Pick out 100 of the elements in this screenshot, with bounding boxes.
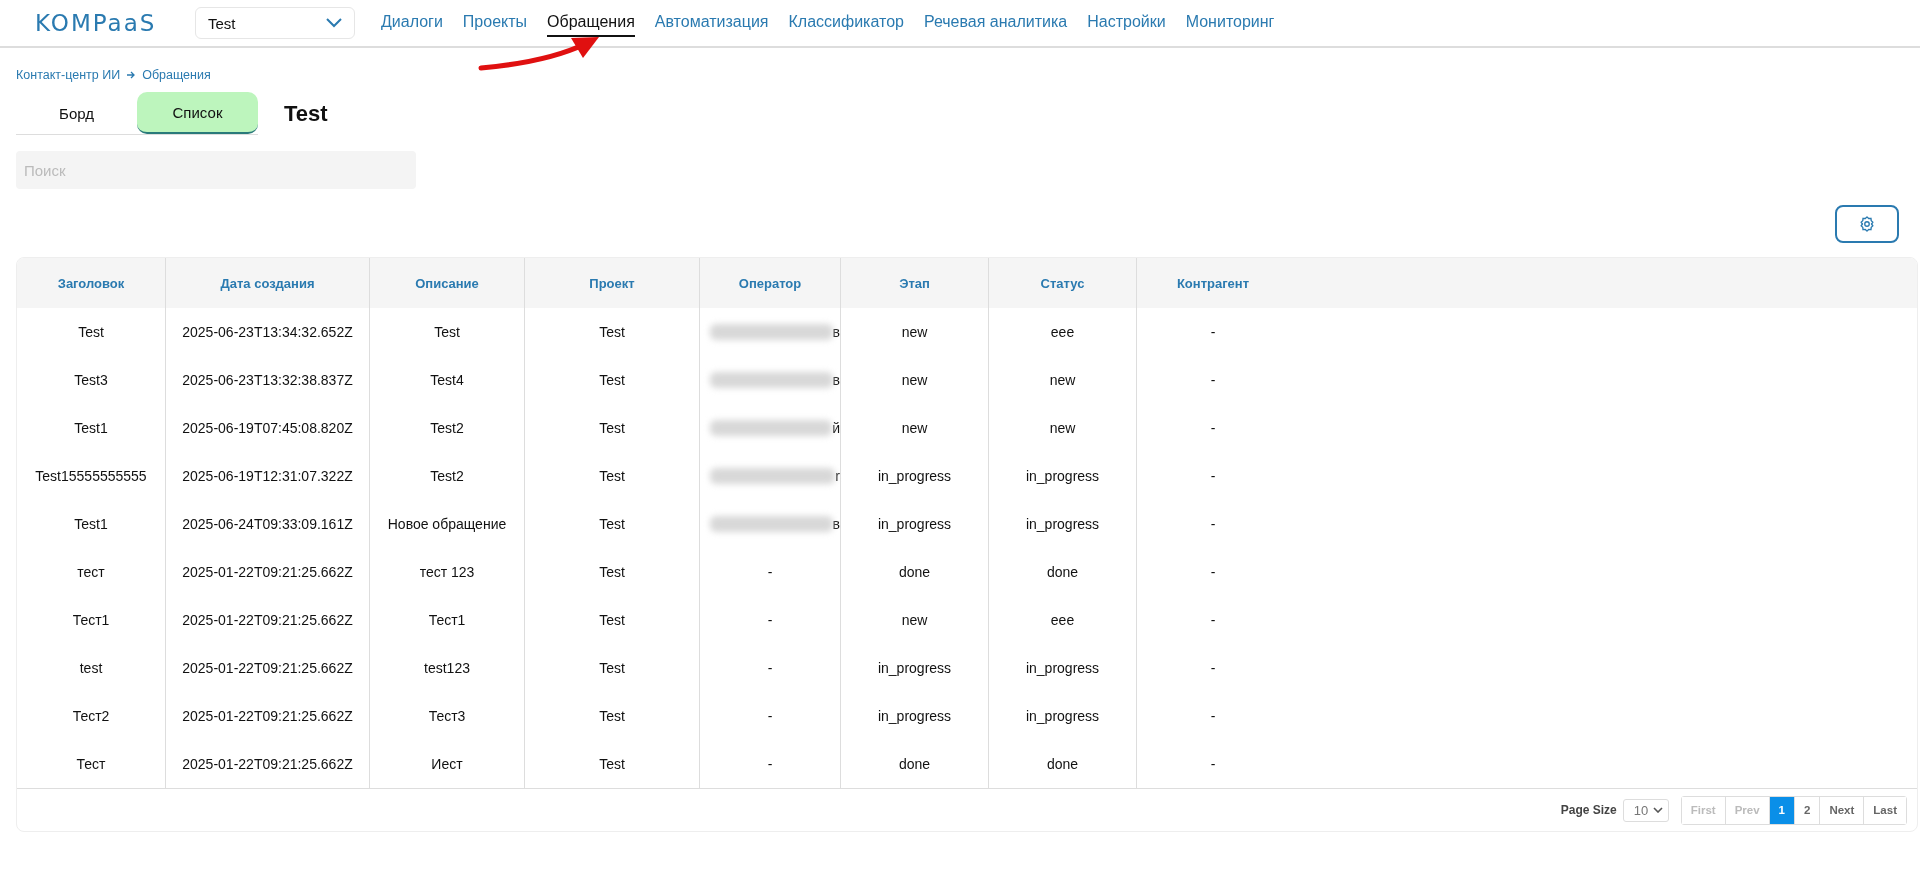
table-cell: new <box>1049 420 1076 436</box>
table-cell: Test <box>78 324 104 340</box>
page-size-label: Page Size <box>1560 803 1617 817</box>
table-cell: - <box>767 708 773 724</box>
column-header[interactable]: Проект <box>524 258 700 308</box>
table-cell: Test2 <box>430 468 464 484</box>
nav-link[interactable]: Проекты <box>462 9 528 37</box>
table-cell: 2025-01-22T09:21:25.662Z <box>182 708 353 724</box>
table-cell: 2025-06-19T12:31:07.322Z <box>182 468 353 484</box>
search-field[interactable]: Поиск <box>16 151 416 189</box>
table-cell: Test <box>599 660 625 676</box>
table-cell: Test2 <box>430 420 464 436</box>
table-cell: - <box>767 564 773 580</box>
table-cell: - <box>1210 420 1216 436</box>
table-cell: 2025-01-22T09:21:25.662Z <box>182 612 353 628</box>
table-cell: done <box>898 564 931 580</box>
table-cell: in_progress <box>877 516 952 532</box>
table-cell: тест 123 <box>419 564 475 580</box>
table-cell: in_progress <box>877 708 952 724</box>
table-cell: - <box>1210 756 1216 772</box>
table-cell: Test <box>599 564 625 580</box>
table-cell: Test <box>599 516 625 532</box>
table-cell: - <box>767 756 773 772</box>
table-cell: new <box>901 372 928 388</box>
table-cell: - <box>1210 516 1216 532</box>
table-cell: 2025-01-22T09:21:25.662Z <box>182 756 353 772</box>
table-cell: eee <box>1050 612 1075 628</box>
table-cell: done <box>1046 756 1079 772</box>
table-cell: r <box>835 468 840 484</box>
page-size-select[interactable]: 10 <box>1622 798 1669 822</box>
table-cell: Новое обращение <box>387 516 507 532</box>
table-cell: Test <box>599 612 625 628</box>
column-header[interactable]: Оператор <box>699 258 841 308</box>
table-cell: в <box>832 372 840 388</box>
table-cell: 2025-01-22T09:21:25.662Z <box>182 660 353 676</box>
column-header[interactable]: Описание <box>369 258 525 308</box>
nav-link[interactable]: Речевая аналитика <box>923 9 1068 37</box>
table-cell: Test1 <box>74 516 108 532</box>
table-cell: in_progress <box>877 468 952 484</box>
table-cell: 2025-06-23T13:32:38.837Z <box>182 372 353 388</box>
breadcrumb-link[interactable]: Обращения <box>142 68 211 82</box>
table-cell: - <box>1210 564 1216 580</box>
settings-button[interactable] <box>1835 205 1899 243</box>
table-cell: Test <box>599 324 625 340</box>
logo: KOMPaaS <box>35 10 158 36</box>
table-cell: new <box>901 420 928 436</box>
column-header[interactable]: Этап <box>840 258 989 308</box>
table-cell: 2025-06-23T13:34:32.652Z <box>182 324 353 340</box>
table-cell: new <box>901 324 928 340</box>
table-cell: test <box>79 660 103 676</box>
table-cell: Тест3 <box>428 708 466 724</box>
view-tab[interactable]: Борд <box>16 92 137 134</box>
table-cell: - <box>767 612 773 628</box>
table-cell: - <box>1210 468 1216 484</box>
chevron-icon <box>326 18 342 28</box>
table-cell: - <box>1210 372 1216 388</box>
table-cell: Test <box>599 372 625 388</box>
table-cell: Test <box>599 708 625 724</box>
table-cell: Тест1 <box>72 612 110 628</box>
table-cell: й <box>832 420 840 436</box>
table-cell: 2025-06-24T09:33:09.161Z <box>182 516 353 532</box>
nav-link[interactable]: Диалоги <box>381 9 443 37</box>
table-cell: Тест2 <box>72 708 110 724</box>
table-cell: Тест1 <box>428 612 466 628</box>
table-cell: test123 <box>424 660 470 676</box>
column-header[interactable]: Контрагент <box>1136 258 1289 308</box>
nav-link[interactable]: Классификатор <box>788 9 904 37</box>
page-button[interactable]: Last <box>1863 796 1906 824</box>
column-header[interactable]: Заголовок <box>17 258 166 308</box>
nav-link[interactable]: Мониторинг <box>1185 9 1275 37</box>
arrow-icon <box>126 70 137 80</box>
nav-link[interactable]: Автоматизация <box>654 9 769 37</box>
table-cell: new <box>1049 372 1076 388</box>
table-cell: Test1 <box>74 420 108 436</box>
table-cell: in_progress <box>877 660 952 676</box>
table-cell: Test4 <box>430 372 464 388</box>
table-cell: - <box>1210 660 1216 676</box>
project-select[interactable]: Test <box>195 7 355 39</box>
table-cell: Test <box>434 324 460 340</box>
table-cell: 2025-06-19T07:45:08.820Z <box>182 420 353 436</box>
table-cell: Test <box>599 420 625 436</box>
view-tab[interactable]: Список <box>137 92 258 134</box>
breadcrumb-link[interactable]: Контакт-центр ИИ <box>16 68 121 82</box>
column-header[interactable]: Статус <box>988 258 1137 308</box>
table-cell: done <box>898 756 931 772</box>
page-button[interactable]: 1 <box>1768 796 1794 824</box>
table-cell: in_progress <box>1025 468 1100 484</box>
table-cell: тест <box>77 564 105 580</box>
table-cell: 2025-01-22T09:21:25.662Z <box>182 564 353 580</box>
table-cell: - <box>1210 324 1216 340</box>
table-cell: in_progress <box>1025 708 1100 724</box>
table-cell: in_progress <box>1025 516 1100 532</box>
table-cell: eee <box>1050 324 1075 340</box>
table-cell: - <box>767 660 773 676</box>
nav-link[interactable]: Настройки <box>1087 9 1166 37</box>
column-header[interactable]: Дата создания <box>165 258 370 308</box>
table-cell: в <box>832 324 840 340</box>
table-cell: Тест <box>76 756 106 772</box>
table-cell: в <box>832 516 840 532</box>
table-cell: Test <box>599 756 625 772</box>
